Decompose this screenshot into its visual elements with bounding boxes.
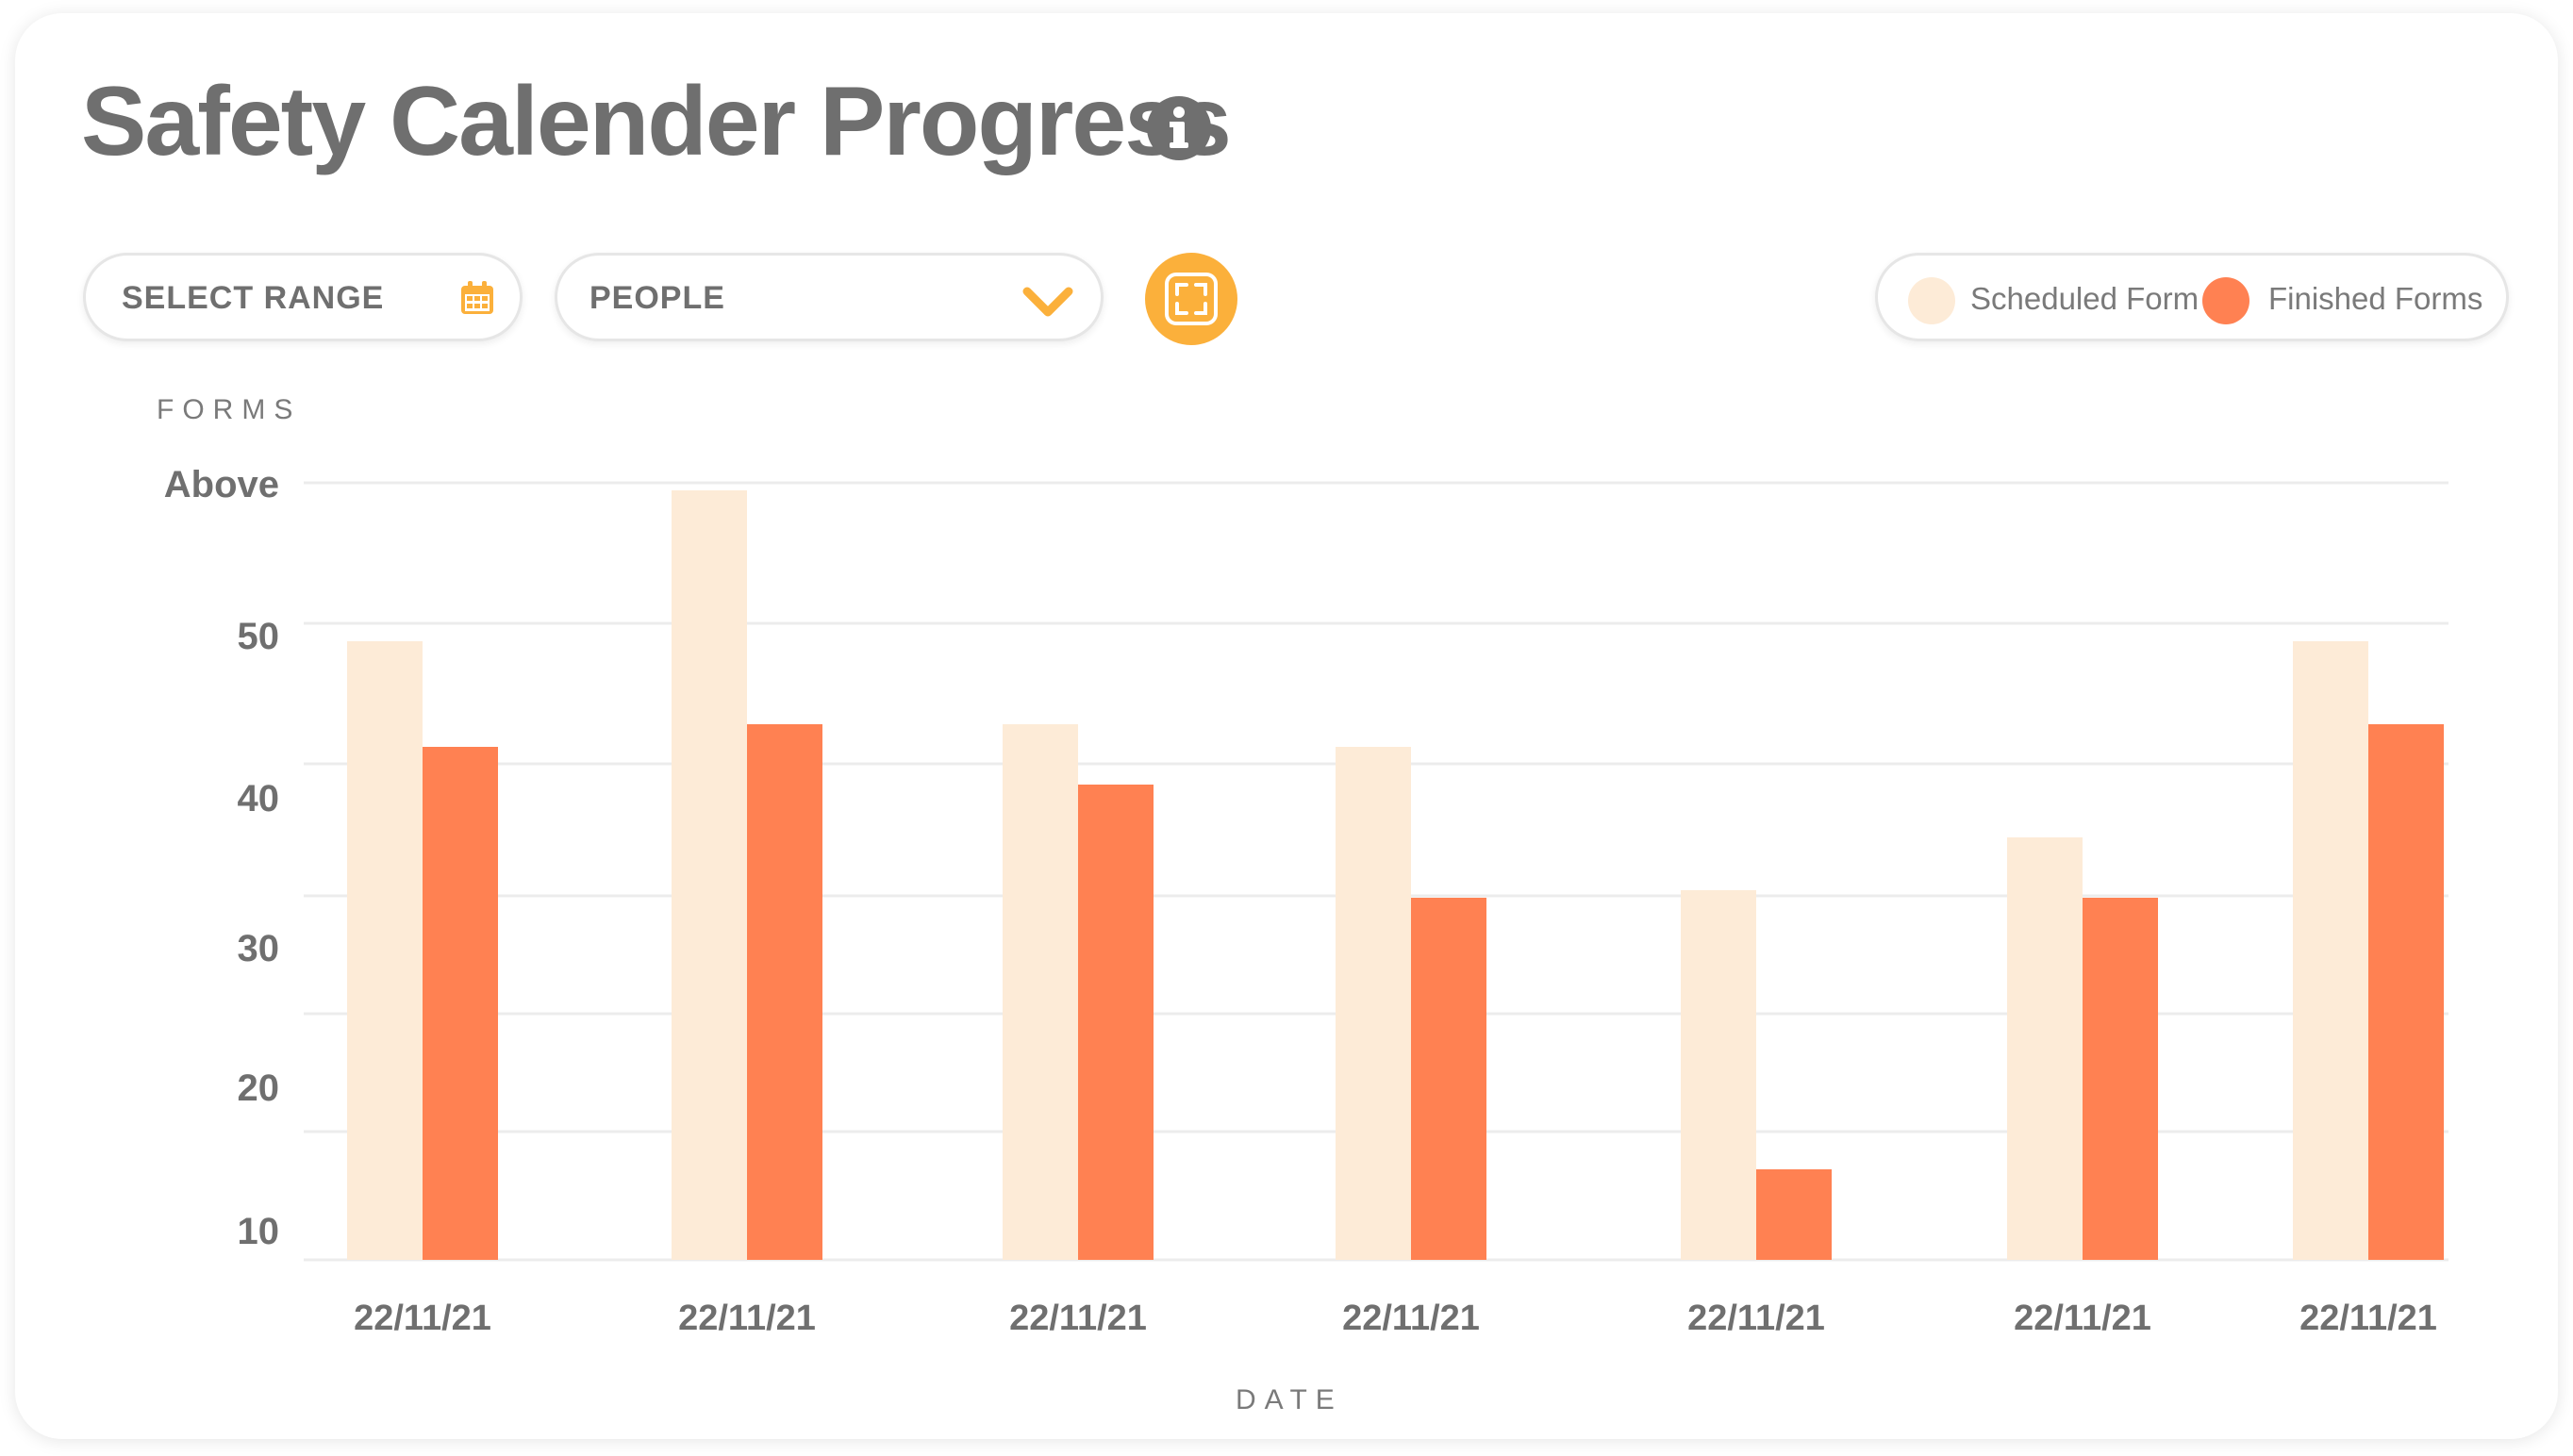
- x-tick-label: 22/11/21: [678, 1299, 816, 1338]
- bar-scheduled: [2293, 641, 2368, 1260]
- x-tick-label: 22/11/21: [2014, 1299, 2151, 1338]
- y-tick-label: Above: [164, 464, 279, 505]
- bar-scheduled: [2007, 837, 2083, 1260]
- bar-finished: [747, 724, 822, 1260]
- x-axis-title: DATE: [1236, 1384, 1343, 1415]
- bar-scheduled: [347, 641, 423, 1260]
- y-tick-label: 10: [238, 1211, 280, 1252]
- bar-chart: FORMS DATE Above5040302010 22/11/21 22/11…: [157, 394, 2448, 1415]
- bar-finished: [423, 747, 498, 1260]
- bar-finished: [2083, 898, 2158, 1260]
- bar-finished: [2368, 724, 2444, 1260]
- y-axis-title: FORMS: [157, 394, 301, 425]
- x-tick-label: 22/11/21: [1342, 1299, 1480, 1338]
- y-tick-label: 30: [238, 928, 280, 969]
- bar-finished: [1078, 785, 1154, 1260]
- x-tick-label: 22/11/21: [2299, 1299, 2437, 1338]
- bars: [347, 490, 2444, 1260]
- bar-scheduled: [1336, 747, 1411, 1260]
- bar-scheduled: [1003, 724, 1078, 1260]
- y-tick-labels: Above 50 40 30 20 10: [164, 464, 279, 1252]
- x-tick-label: 22/11/21: [1687, 1299, 1825, 1338]
- y-tick-label: 20: [238, 1067, 280, 1109]
- y-tick-label: 40: [238, 778, 280, 819]
- bar-scheduled: [672, 490, 747, 1260]
- bar-scheduled: [1681, 890, 1756, 1260]
- bar-finished: [1411, 898, 1486, 1260]
- x-tick-labels: 22/11/21 22/11/21 22/11/21 22/11/21 22/11/21…: [354, 1299, 2437, 1338]
- x-tick-label: 22/11/21: [1009, 1299, 1147, 1338]
- bar-finished: [1756, 1169, 1832, 1260]
- y-tick-label: 50: [238, 616, 280, 657]
- x-tick-label: 22/11/21: [354, 1299, 491, 1338]
